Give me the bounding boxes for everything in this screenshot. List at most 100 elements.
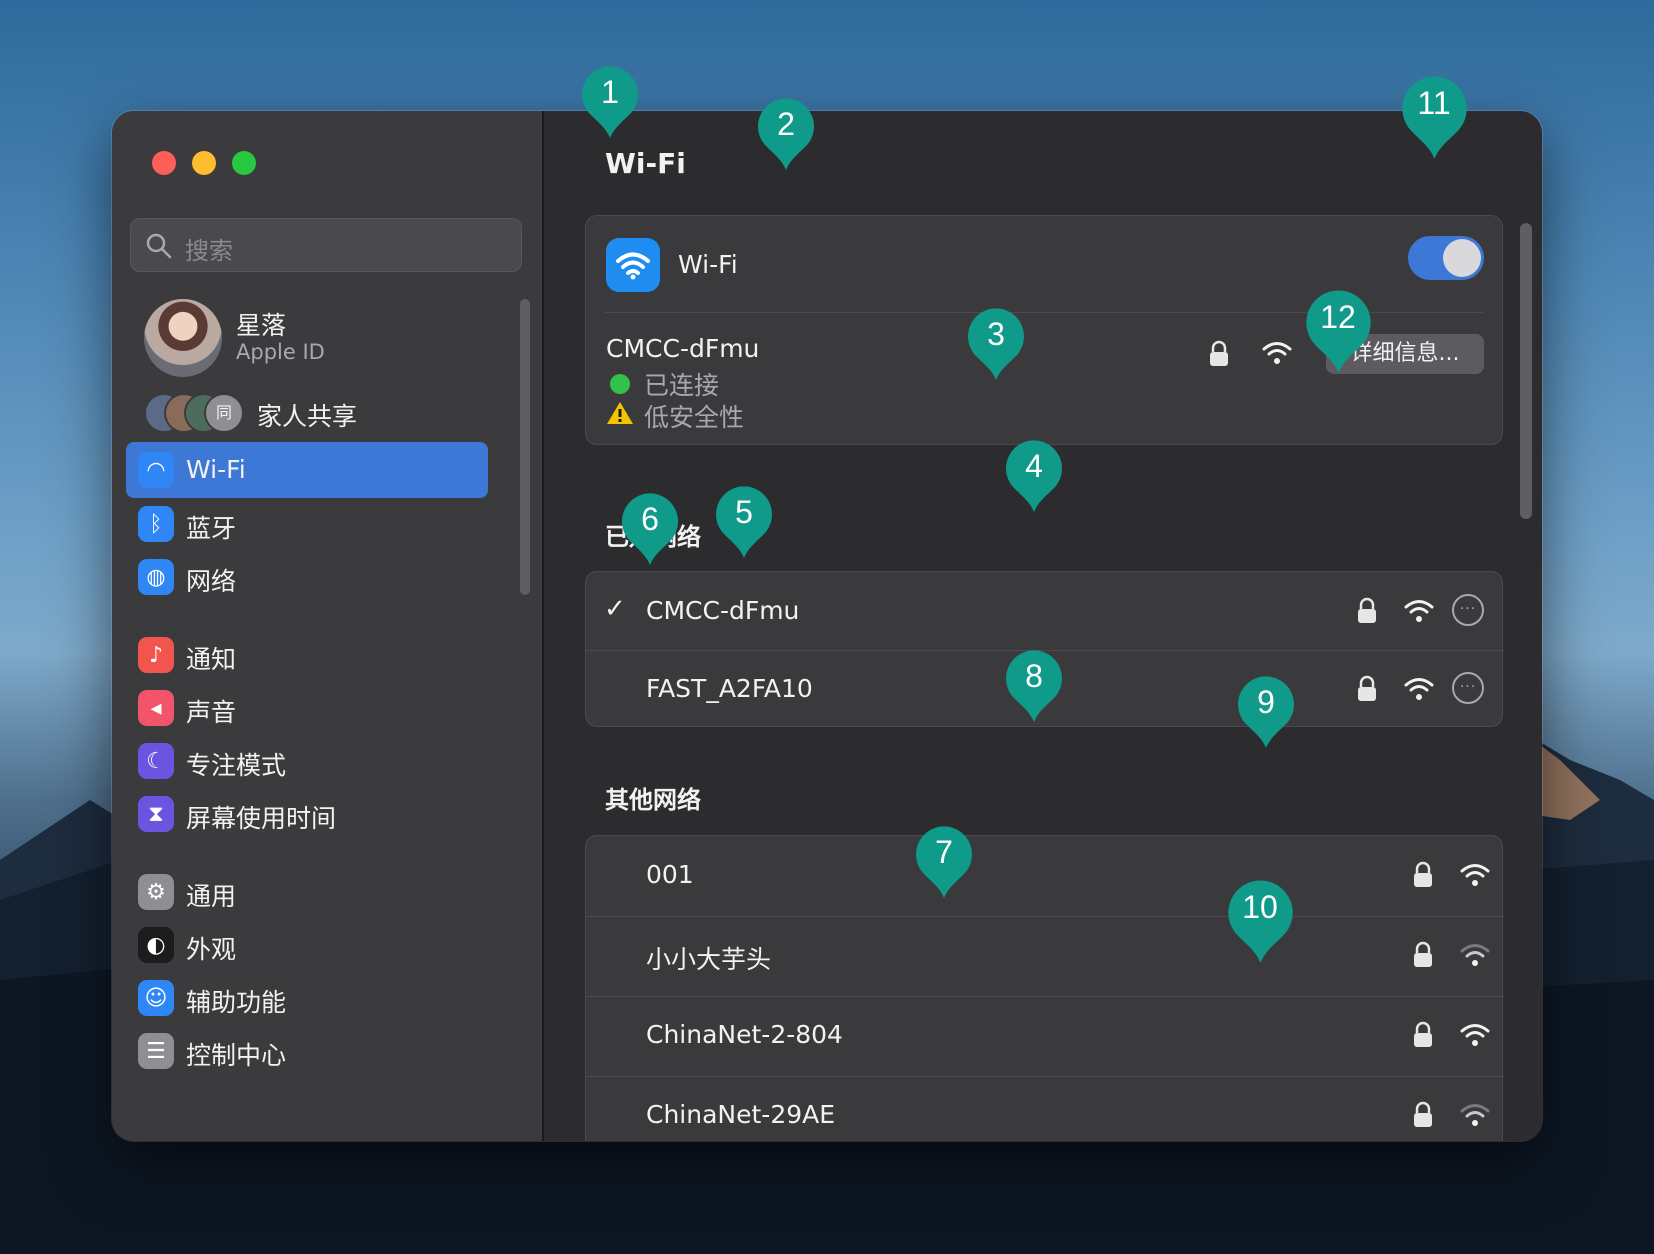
other-networks-list: 001 小小大芋头 ChinaNet-2-804 ChinaNet-29AE — [585, 835, 1504, 1141]
sidebar-item-label: Wi-Fi — [186, 455, 246, 484]
network-name: FAST_A2FA10 — [646, 674, 813, 703]
wifi-icon: ◠ — [138, 452, 174, 488]
profile-subtitle: Apple ID — [236, 340, 325, 364]
wifi-signal-icon — [1460, 1024, 1490, 1046]
wifi-signal-icon — [1404, 678, 1434, 700]
lock-icon — [1414, 1021, 1432, 1047]
speaker-icon: ◂ — [138, 690, 174, 726]
family-avatar-letter: 同 — [204, 393, 244, 433]
annotation-marker: 1 — [580, 66, 640, 140]
sidebar-item-wifi[interactable]: ◠ Wi-Fi — [126, 442, 488, 498]
profile-avatar[interactable] — [144, 299, 222, 377]
moon-icon: ☾ — [138, 743, 174, 779]
page-title: Wi-Fi — [605, 147, 686, 180]
network-name: ChinaNet-29AE — [646, 1100, 836, 1129]
checkmark-icon: ✓ — [604, 594, 626, 624]
current-network-name: CMCC-dFmu — [606, 334, 760, 363]
annotation-number: 11 — [1417, 85, 1451, 122]
toggle-knob — [1443, 239, 1481, 277]
annotation-number: 5 — [735, 494, 753, 530]
known-network-row[interactable]: ✓ CMCC-dFmu ··· — [586, 572, 1504, 652]
annotation-marker: 2 — [756, 98, 816, 172]
sidebar-item-label: 蓝牙 — [186, 514, 237, 543]
network-name: CMCC-dFmu — [646, 596, 800, 625]
lock-icon — [1414, 941, 1432, 967]
accessibility-icon: ☺ — [138, 980, 174, 1016]
annotation-marker: 6 — [620, 493, 680, 567]
wifi-app-icon — [606, 238, 660, 292]
lock-icon — [1358, 675, 1376, 701]
sidebar-item-label: 外观 — [186, 935, 237, 964]
search-placeholder: 搜索 — [185, 237, 233, 265]
sidebar-item-label: 专注模式 — [186, 751, 287, 780]
connected-dot-icon — [610, 374, 630, 394]
profile-name[interactable]: 星落 — [236, 306, 286, 342]
annotation-marker: 9 — [1236, 676, 1296, 750]
sidebar-item-appearance[interactable]: ◐ 外观 — [126, 917, 488, 973]
sidebar-item-speaker[interactable]: ◂ 声音 — [126, 680, 488, 736]
wifi-signal-icon — [1460, 944, 1490, 966]
gear-icon: ⚙ — [138, 874, 174, 910]
sidebar-item-accessibility[interactable]: ☺ 辅助功能 — [126, 970, 488, 1026]
annotation-number: 10 — [1242, 889, 1278, 926]
annotation-number: 3 — [987, 316, 1005, 352]
sidebar-item-label: 网络 — [186, 567, 237, 596]
connection-status: 已连接 — [644, 371, 720, 400]
bell-icon: ♪ — [138, 637, 174, 673]
wifi-signal-icon — [1404, 600, 1434, 622]
appearance-icon: ◐ — [138, 927, 174, 963]
annotation-number: 9 — [1257, 684, 1275, 720]
sidebar-item-label: 通知 — [186, 645, 237, 674]
network-name: ChinaNet-2-804 — [646, 1020, 843, 1049]
sidebar: 搜索 星落 Apple ID 同 家人共享 ◠ Wi-Fi ᛒ 蓝牙 ◍ 网络 ♪ 通知 ◂ 声音… — [112, 111, 544, 1141]
divider — [586, 916, 1504, 917]
sidebar-item-bell[interactable]: ♪ 通知 — [126, 627, 488, 683]
lock-icon — [1210, 340, 1228, 366]
family-sharing-label: 家人共享 — [257, 402, 358, 431]
annotation-number: 6 — [641, 501, 659, 537]
close-button[interactable] — [152, 151, 176, 175]
annotation-marker: 11 — [1400, 76, 1469, 161]
annotation-number: 8 — [1025, 658, 1043, 694]
sidebar-item-label: 辅助功能 — [186, 988, 287, 1017]
sidebar-item-globe[interactable]: ◍ 网络 — [126, 549, 488, 605]
divider — [586, 1076, 1504, 1077]
annotation-number: 12 — [1320, 299, 1356, 336]
more-options-icon[interactable]: ··· — [1452, 594, 1484, 626]
annotation-number: 4 — [1025, 448, 1043, 484]
sidebar-item-bluetooth[interactable]: ᛒ 蓝牙 — [126, 496, 488, 552]
sidebar-item-moon[interactable]: ☾ 专注模式 — [126, 733, 488, 789]
more-options-icon[interactable]: ··· — [1452, 672, 1484, 704]
annotation-marker: 3 — [966, 308, 1026, 382]
annotation-marker: 7 — [914, 826, 974, 900]
sidebar-item-hourglass[interactable]: ⧗ 屏幕使用时间 — [126, 786, 488, 842]
search-field[interactable]: 搜索 — [130, 218, 522, 272]
annotation-marker: 12 — [1304, 290, 1373, 375]
annotation-marker: 10 — [1226, 880, 1295, 965]
network-name: 001 — [646, 860, 694, 889]
other-network-row[interactable]: 小小大芋头 — [586, 916, 1504, 996]
sidebar-item-label: 控制中心 — [186, 1041, 287, 1070]
annotation-marker: 4 — [1004, 440, 1064, 514]
sidebar-item-control-center[interactable]: ☰ 控制中心 — [126, 1023, 488, 1079]
sidebar-item-gear[interactable]: ⚙ 通用 — [126, 864, 488, 920]
other-networks-title: 其他网络 — [605, 786, 701, 814]
main-scrollbar[interactable] — [1520, 223, 1532, 519]
warning-icon — [607, 402, 633, 424]
sidebar-item-label: 通用 — [186, 882, 237, 911]
sidebar-scrollbar[interactable] — [520, 299, 530, 595]
wifi-signal-icon — [1460, 864, 1490, 886]
other-network-row[interactable]: ChinaNet-2-804 — [586, 996, 1504, 1076]
control-center-icon: ☰ — [138, 1033, 174, 1069]
hourglass-icon: ⧗ — [138, 796, 174, 832]
other-network-row[interactable]: 001 — [586, 836, 1504, 916]
wifi-signal-icon — [1460, 1104, 1490, 1126]
network-name: 小小大芋头 — [646, 945, 772, 974]
wifi-toggle-label: Wi-Fi — [678, 250, 738, 279]
sidebar-item-label: 屏幕使用时间 — [186, 804, 337, 833]
wifi-toggle[interactable] — [1408, 236, 1484, 280]
lock-icon — [1414, 861, 1432, 887]
other-network-row[interactable]: ChinaNet-29AE — [586, 1076, 1504, 1141]
minimize-button[interactable] — [192, 151, 216, 175]
zoom-button[interactable] — [232, 151, 256, 175]
